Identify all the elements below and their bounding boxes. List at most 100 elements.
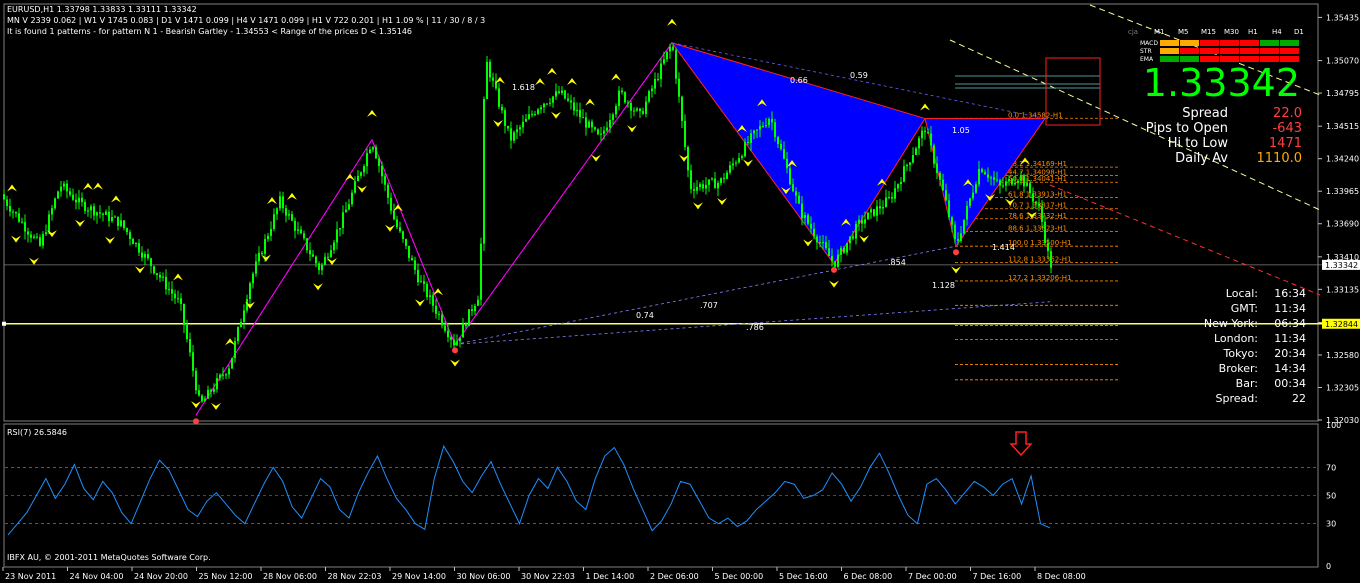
candle-body — [426, 283, 428, 298]
candle-body — [621, 90, 623, 93]
fractal-up-icon — [83, 182, 93, 190]
candle-body — [408, 245, 410, 258]
candle-body — [717, 182, 719, 189]
candle-body — [252, 273, 254, 284]
candle-body — [441, 314, 443, 326]
candle-body — [654, 78, 656, 89]
ratio-label: 1.128 — [932, 281, 955, 290]
timeframe-label: H1 — [1248, 28, 1258, 36]
candle-body — [30, 234, 32, 238]
ratio-label: 0.74 — [636, 311, 654, 320]
candle-body — [177, 298, 179, 300]
candle-body — [996, 179, 998, 181]
candle-body — [888, 197, 890, 199]
candle-body — [279, 196, 281, 209]
candle-body — [168, 289, 170, 291]
fractal-up-icon — [173, 273, 183, 281]
candle-body — [990, 177, 992, 179]
candle-body — [759, 126, 761, 130]
candle-body — [870, 209, 872, 213]
stat-value: -643 — [1272, 121, 1302, 136]
candle-body — [789, 168, 791, 185]
candle-body — [225, 374, 227, 376]
rsi-tick-label: 70 — [1326, 463, 1336, 472]
candle-body — [975, 184, 977, 193]
candle-body — [342, 212, 344, 228]
candle-body — [546, 103, 548, 105]
candle-body — [981, 168, 983, 173]
candle-body — [444, 325, 446, 331]
candle-body — [624, 92, 626, 103]
fib-level-label: 127.2 1.33206-H1 — [1008, 274, 1071, 282]
indicator-label: MACD — [1140, 40, 1158, 47]
candle-body — [684, 120, 686, 147]
candle-body — [231, 357, 233, 369]
candle-body — [198, 390, 200, 396]
candle-body — [333, 242, 335, 251]
fractal-up-icon — [535, 78, 545, 86]
timeframe-label: D1 — [1294, 28, 1304, 36]
candle-body — [600, 133, 602, 135]
candle-body — [795, 191, 797, 196]
candle-body — [36, 236, 38, 238]
candle-body — [576, 109, 578, 111]
candle-body — [840, 247, 842, 255]
ratio-label: 1.618 — [512, 83, 535, 92]
candle-body — [573, 102, 575, 111]
candle-body — [138, 242, 140, 253]
candle-body — [525, 118, 527, 122]
fractal-down-icon — [11, 235, 21, 243]
candle-body — [270, 229, 272, 236]
price-tick-label: 1.35070 — [1326, 57, 1359, 66]
candle-body — [894, 188, 896, 199]
candle-body — [195, 370, 197, 391]
timeframe-label: M5 — [1178, 28, 1189, 36]
candle-body — [1047, 243, 1049, 252]
candle-body — [891, 197, 893, 199]
header-pattern-line: It is found 1 patterns - for pattern N 1… — [7, 27, 412, 36]
price-tick-label: 1.34795 — [1326, 89, 1359, 98]
fractal-up-icon — [433, 288, 443, 296]
fractal-down-icon — [693, 202, 703, 210]
candle-body — [666, 51, 668, 60]
clock-value: 16:34 — [1274, 287, 1306, 300]
candle-body — [321, 264, 323, 271]
ratio-label: .854 — [888, 258, 906, 267]
candle-body — [609, 120, 611, 128]
candle-body — [39, 237, 41, 246]
candle-body — [777, 137, 779, 145]
candle-body — [897, 184, 899, 189]
time-tick-label: 28 Nov 22:03 — [328, 572, 382, 581]
candle-body — [552, 96, 554, 103]
candle-body — [948, 200, 950, 218]
timeframe-label: M1 — [1154, 28, 1165, 36]
time-tick-label: 8 Dec 08:00 — [1037, 572, 1086, 581]
candle-body — [708, 179, 710, 185]
candle-body — [132, 239, 134, 245]
candle-body — [846, 243, 848, 253]
marked-price-label: 1.32844 — [1325, 320, 1358, 329]
candle-body — [27, 231, 29, 235]
signal-cell — [1220, 40, 1239, 46]
candle-body — [963, 219, 965, 234]
marked-price-handle — [2, 321, 6, 326]
candle-body — [657, 78, 659, 80]
candle-body — [258, 252, 260, 262]
candle-body — [414, 260, 416, 270]
price-tick-label: 1.33690 — [1326, 220, 1359, 229]
signal-grid: cja M1 M5 M15 M30 H1 H4 D1MACDSTREMA — [1128, 28, 1304, 63]
candle-body — [984, 172, 986, 175]
candle-body — [636, 108, 638, 111]
candle-body — [15, 212, 17, 214]
candle-body — [234, 341, 236, 358]
candle-body — [837, 254, 839, 267]
candle-body — [804, 215, 806, 219]
fractal-down-icon — [385, 224, 395, 232]
candle-body — [594, 127, 596, 130]
candle-body — [726, 172, 728, 179]
pivot-marker — [831, 266, 837, 273]
candle-body — [462, 323, 464, 338]
signal-cell — [1220, 48, 1239, 54]
signal-cell — [1180, 40, 1199, 46]
trading-chart[interactable]: 0.0 1.34582-H138.2 1.34169-H144.7 1.3409… — [0, 0, 1360, 583]
